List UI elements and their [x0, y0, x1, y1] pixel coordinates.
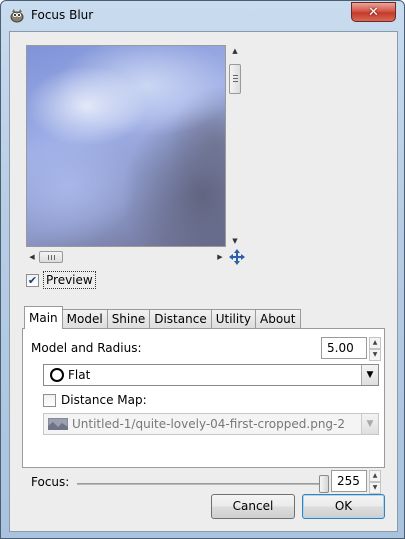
preview-label: Preview [43, 271, 96, 289]
window-title: Focus Blur [31, 8, 94, 22]
chevron-down-icon[interactable]: ▼ [361, 365, 378, 385]
preview-image[interactable] [26, 45, 226, 247]
dialog-window: Focus Blur ✕ ▲ ▼ ◀ ▶ ✔ Preview Main Mode… [0, 0, 405, 539]
vertical-scroll-thumb[interactable] [229, 64, 241, 94]
horizontal-scroll-thumb[interactable] [39, 251, 63, 263]
spin-up-icon[interactable]: ▲ [369, 470, 381, 482]
gimp-wilber-icon [10, 9, 24, 23]
dialog-body: ▲ ▼ ◀ ▶ ✔ Preview Main Model Shine Dista… [9, 31, 398, 532]
circle-aperture-icon [50, 368, 64, 382]
distance-map-toggle[interactable]: Distance Map: [43, 393, 147, 407]
move-arrows-icon[interactable] [229, 249, 245, 265]
tab-main[interactable]: Main [24, 306, 63, 329]
tab-utility[interactable]: Utility [210, 309, 257, 329]
ok-button[interactable]: OK [302, 494, 385, 519]
scroll-up-icon[interactable]: ▲ [228, 45, 242, 57]
close-icon: ✕ [368, 4, 379, 20]
distance-map-label: Distance Map: [61, 393, 147, 407]
focus-slider-thumb[interactable] [319, 475, 329, 493]
tab-bar: Main Model Shine Distance Utility About [24, 306, 301, 329]
distance-map-value: Untitled-1/quite-lovely-04-first-cropped… [72, 417, 346, 431]
image-thumbnail-icon [48, 418, 68, 430]
preview-horizontal-scrollbar[interactable]: ◀ ▶ [26, 250, 226, 264]
focus-input[interactable]: 255 [331, 470, 367, 492]
spin-down-icon[interactable]: ▼ [369, 349, 381, 361]
focus-label: Focus: [31, 475, 70, 489]
preview-vertical-scrollbar[interactable]: ▲ ▼ [228, 45, 242, 247]
tab-model[interactable]: Model [61, 309, 108, 329]
title-bar[interactable]: Focus Blur ✕ [1, 1, 404, 31]
tab-about[interactable]: About [255, 309, 301, 329]
scroll-right-icon[interactable]: ▶ [214, 250, 226, 264]
distance-map-checkbox[interactable] [43, 393, 56, 407]
distance-map-select[interactable]: Untitled-1/quite-lovely-04-first-cropped… [43, 413, 379, 435]
focus-slider-track[interactable] [77, 483, 329, 485]
preview-checkbox[interactable]: ✔ [26, 273, 39, 287]
preview-toggle[interactable]: ✔ Preview [26, 270, 96, 290]
main-tab-panel: Model and Radius: 5.00 ▲ ▼ Flat ▼ Distan… [22, 328, 385, 494]
scroll-down-icon[interactable]: ▼ [228, 235, 242, 247]
radius-spinbox[interactable]: 5.00 ▲ ▼ [321, 337, 381, 361]
model-select[interactable]: Flat ▼ [43, 364, 379, 386]
spin-down-icon[interactable]: ▼ [369, 482, 381, 494]
focus-spinbox[interactable]: 255 ▲ ▼ [331, 470, 381, 494]
tab-distance[interactable]: Distance [149, 309, 212, 329]
spin-up-icon[interactable]: ▲ [369, 337, 381, 349]
scroll-left-icon[interactable]: ◀ [26, 250, 38, 264]
cancel-button[interactable]: Cancel [211, 494, 295, 519]
radius-input[interactable]: 5.00 [321, 337, 367, 359]
tab-shine[interactable]: Shine [106, 309, 151, 329]
model-radius-label: Model and Radius: [31, 341, 142, 355]
model-select-value: Flat [68, 368, 91, 382]
chevron-down-icon[interactable]: ▼ [361, 414, 378, 434]
close-button[interactable]: ✕ [351, 2, 396, 22]
